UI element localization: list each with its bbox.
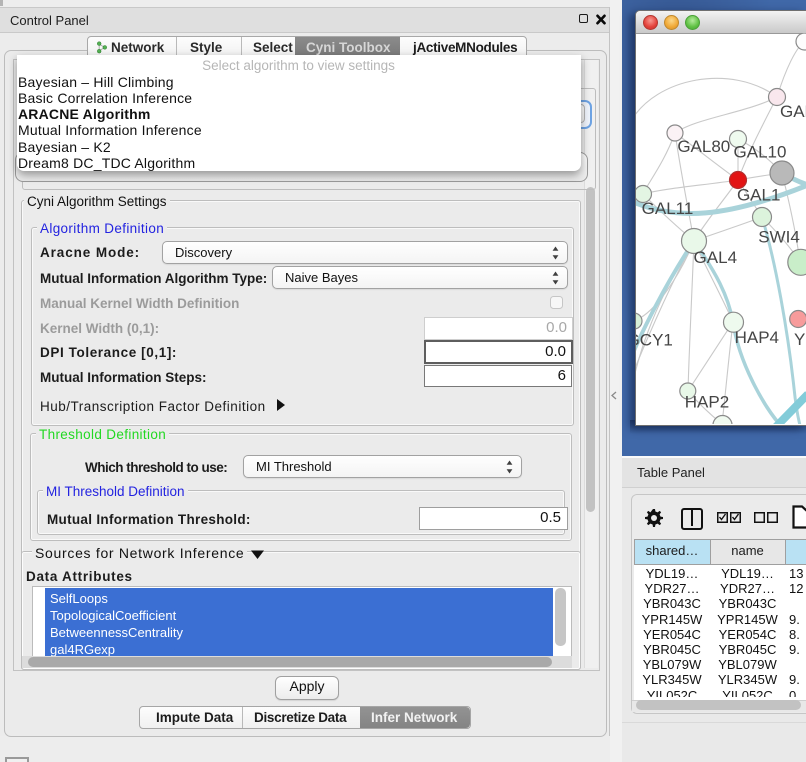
svg-text:HAP4: HAP4 — [735, 328, 779, 347]
svg-text:GAL7: GAL7 — [780, 102, 806, 121]
svg-text:GAL80: GAL80 — [677, 137, 730, 156]
svg-text:SWI4: SWI4 — [758, 227, 800, 246]
svg-text:YB: YB — [794, 330, 806, 349]
svg-text:HAP2: HAP2 — [685, 392, 729, 411]
svg-text:GCY1: GCY1 — [636, 330, 673, 349]
svg-text:GAL11: GAL11 — [642, 199, 694, 218]
svg-text:GAL10: GAL10 — [734, 143, 787, 162]
svg-text:GAL4: GAL4 — [694, 248, 737, 267]
svg-text:GAL1: GAL1 — [737, 185, 780, 204]
